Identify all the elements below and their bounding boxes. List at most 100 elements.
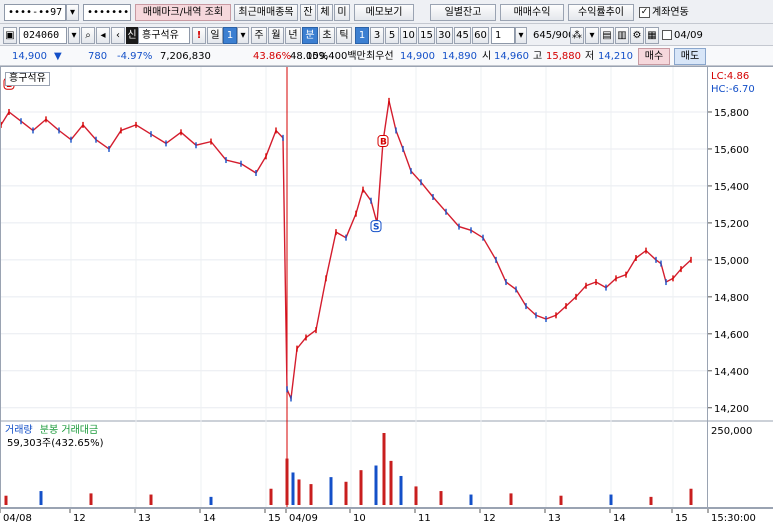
volume-bar	[559, 495, 563, 505]
y-tick-label: 14,400	[714, 367, 749, 378]
y-tick-label: 15,800	[714, 108, 749, 119]
period-value[interactable]: 1	[223, 27, 237, 44]
volume-bar	[389, 460, 393, 505]
interval-30[interactable]: 30	[436, 27, 453, 44]
gear-icon[interactable]: ⚙	[630, 27, 644, 44]
alert-icon[interactable]: !	[192, 27, 206, 44]
stock-code-input[interactable]: 024060	[19, 27, 67, 44]
volume-tick-label: 250,000	[711, 426, 753, 437]
interval-60[interactable]: 60	[472, 27, 489, 44]
volume-bar	[359, 470, 363, 505]
daily-balance-button[interactable]: 일별잔고	[430, 4, 496, 21]
account-select[interactable]: ••••-••97	[4, 4, 66, 21]
x-tick-label: 10	[353, 513, 366, 524]
search-icon[interactable]: ⌕	[81, 27, 95, 44]
date-label: 04/09	[674, 30, 703, 41]
bar-count: 645/900	[533, 30, 575, 41]
interval-5[interactable]: 5	[385, 27, 399, 44]
recent-trades-button[interactable]: 최근매매종목	[234, 4, 298, 21]
trade-mark-button[interactable]: 매매마크/내역 조회	[135, 4, 231, 21]
trade-profit-button[interactable]: 매매수익	[500, 4, 564, 21]
high-value: 15,880	[546, 51, 581, 62]
chart-title: 흥구석유	[5, 72, 50, 86]
interval-1[interactable]: 1	[355, 27, 369, 44]
best-ask: 14,900	[400, 51, 435, 62]
period-il[interactable]: 일	[207, 27, 223, 44]
high-label: 고	[533, 51, 543, 62]
trading-chart-window: ••••-••97 ▾ ••••••••• 매매마크/내역 조회 최근매매종목 …	[0, 0, 773, 524]
sell-button[interactable]: 매도	[674, 48, 706, 65]
interval-3[interactable]: 3	[370, 27, 384, 44]
tool-icon[interactable]: ⁂	[570, 27, 584, 44]
period-tik[interactable]: 틱	[336, 27, 352, 44]
x-axis-svg: 04/08 12 13 14 15 04/09 10 11 12 13 14 15 15:30:00	[0, 509, 756, 524]
volume-bar	[469, 494, 473, 505]
date-checkbox[interactable]	[662, 30, 672, 40]
volume-bar	[329, 477, 333, 505]
volume-bar	[374, 465, 378, 505]
chevron-down-icon[interactable]: ▾	[66, 4, 79, 21]
memo-button[interactable]: 메모보기	[354, 4, 414, 21]
account-link-checkbox[interactable]: ✓	[639, 7, 650, 18]
x-tick-label: 13	[548, 513, 561, 524]
open-value: 14,960	[494, 51, 529, 62]
x-axis: 04/08 12 13 14 15 04/09 10 11 12 13 14 15 15:30:00	[0, 508, 773, 524]
price-change: 780	[88, 51, 108, 62]
toolbar-account: ••••-••97 ▾ ••••••••• 매매마크/내역 조회 최근매매종목 …	[0, 0, 773, 24]
volume-bar	[297, 479, 301, 505]
chevron-down-icon[interactable]: ▾	[237, 27, 249, 44]
x-tick-label: 14	[613, 513, 626, 524]
tab-mi[interactable]: 미	[334, 4, 350, 21]
speaker-icon[interactable]: ◂	[96, 27, 110, 44]
x-tick-label: 04/08	[3, 513, 32, 524]
volume-bar	[689, 488, 693, 505]
period-nyeon[interactable]: 년	[285, 27, 301, 44]
grid-icon[interactable]: ▦	[645, 27, 659, 44]
chevron-down-icon[interactable]: ▾	[585, 27, 599, 44]
volume-bar	[344, 481, 348, 505]
period-ju[interactable]: 주	[251, 27, 267, 44]
x-tick-label: 15:30:00	[711, 513, 756, 524]
price-change-pct: -4.97%	[117, 51, 153, 62]
interval-15[interactable]: 15	[418, 27, 435, 44]
low-value: 14,210	[598, 51, 633, 62]
credit-badge: 신	[126, 27, 138, 44]
password-field[interactable]: •••••••••	[83, 4, 131, 21]
prev-icon[interactable]: ‹	[111, 27, 125, 44]
x-tick-label: 15	[268, 513, 281, 524]
y-tick-label: 15,000	[714, 256, 749, 267]
profit-trend-button[interactable]: 수익률추이	[568, 4, 634, 21]
tab-jan[interactable]: 잔	[300, 4, 316, 21]
save-icon[interactable]: ▥	[615, 27, 629, 44]
chevron-down-icon[interactable]: ▾	[515, 27, 527, 44]
window-icon[interactable]: ▣	[3, 27, 17, 44]
stock-name-field[interactable]: 흥구석유	[138, 27, 190, 44]
best-label: 최우선	[366, 51, 394, 62]
chevron-down-icon[interactable]: ▾	[68, 27, 80, 44]
hc-label: HC:-6.70	[711, 84, 755, 95]
low-label: 저	[585, 51, 595, 62]
period-bun[interactable]: 분	[302, 27, 318, 44]
lc-label: LC:4.86	[711, 71, 750, 82]
down-arrow-icon: ▼	[54, 51, 62, 62]
price-line	[0, 100, 692, 402]
period-wol[interactable]: 월	[268, 27, 284, 44]
lock-icon[interactable]: ▤	[600, 27, 614, 44]
trade-marker: B	[377, 135, 389, 148]
x-tick-label: 13	[138, 513, 151, 524]
interval-input[interactable]: 1	[491, 27, 515, 44]
marker-label: S	[373, 223, 379, 233]
open-label: 시	[482, 51, 492, 62]
period-cho[interactable]: 초	[319, 27, 335, 44]
tab-che[interactable]: 체	[317, 4, 333, 21]
volume-bar	[149, 494, 153, 505]
y-tick-label: 15,400	[714, 182, 749, 193]
y-tick-label: 14,800	[714, 293, 749, 304]
x-tick-label: 11	[418, 513, 431, 524]
y-tick-label: 14,600	[714, 330, 749, 341]
volume-bar	[609, 494, 613, 505]
chart-plot-area[interactable]: BBS 흥구석유 거래량 분봉 거래대금 59,303주(432.65%)	[0, 66, 708, 508]
buy-button[interactable]: 매수	[638, 48, 670, 65]
interval-10[interactable]: 10	[400, 27, 417, 44]
interval-45[interactable]: 45	[454, 27, 471, 44]
